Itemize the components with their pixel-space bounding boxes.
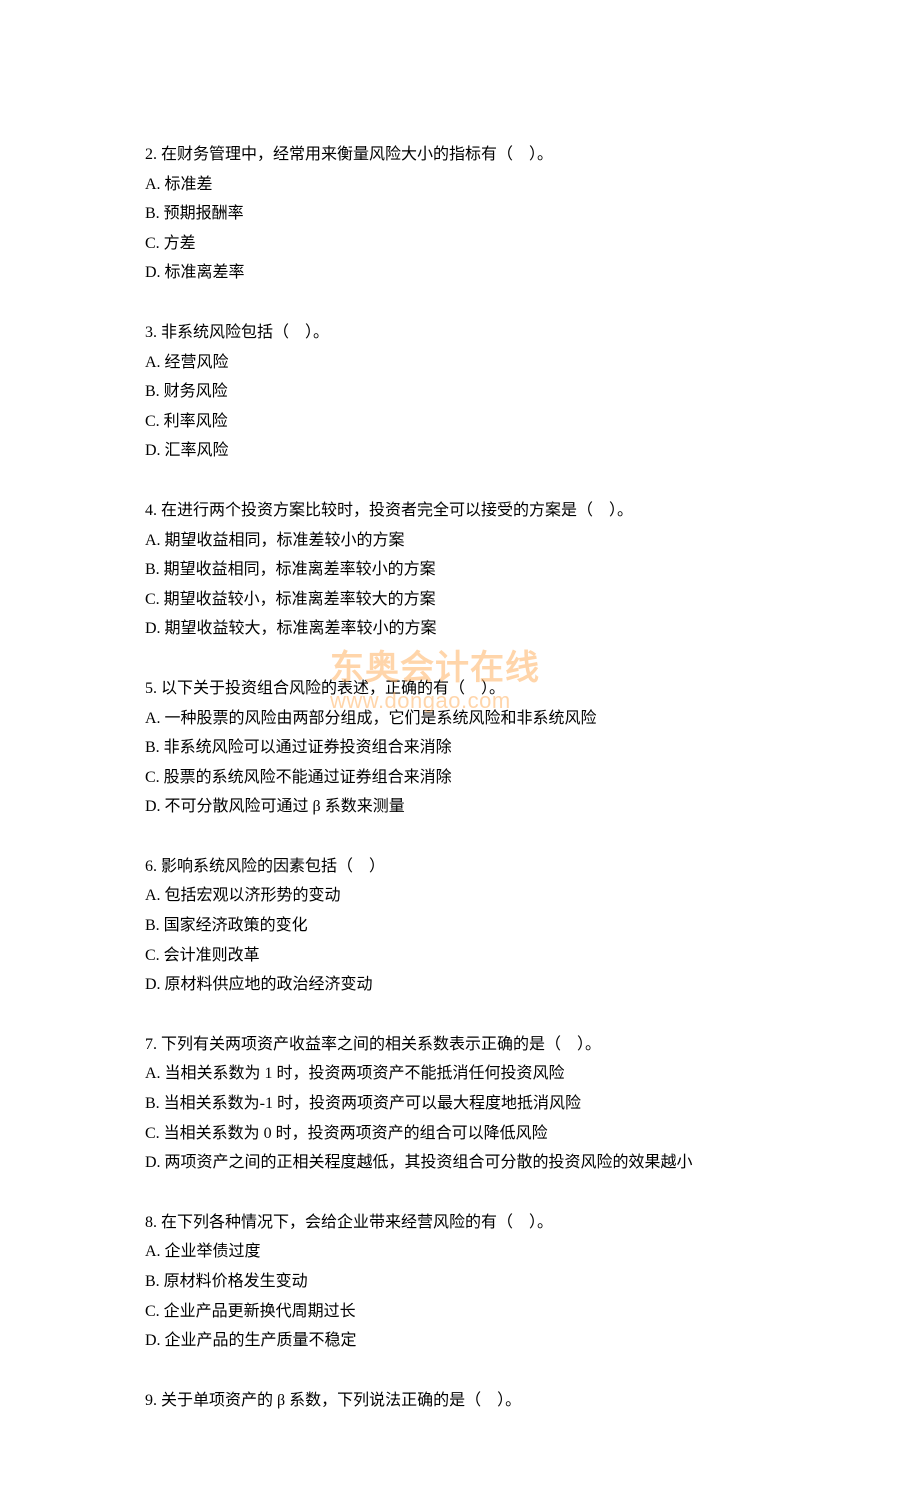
question-option: D. 不可分散风险可通过 β 系数来测量 <box>145 792 775 822</box>
question-option: B. 财务风险 <box>145 377 775 407</box>
question-option: A. 企业举债过度 <box>145 1237 775 1267</box>
question-option: B. 期望收益相同，标准离差率较小的方案 <box>145 555 775 585</box>
question-option: C. 企业产品更新换代周期过长 <box>145 1297 775 1327</box>
question-option: B. 当相关系数为-1 时，投资两项资产可以最大程度地抵消风险 <box>145 1089 775 1119</box>
question-stem: 3. 非系统风险包括（ ）。 <box>145 318 775 348</box>
question-option: D. 汇率风险 <box>145 436 775 466</box>
question-option: A. 经营风险 <box>145 348 775 378</box>
question-stem: 2. 在财务管理中，经常用来衡量风险大小的指标有（ ）。 <box>145 140 775 170</box>
question-option: C. 会计准则改革 <box>145 941 775 971</box>
question-option: A. 标准差 <box>145 170 775 200</box>
question-option: C. 方差 <box>145 229 775 259</box>
question-option: B. 预期报酬率 <box>145 199 775 229</box>
question-2: 2. 在财务管理中，经常用来衡量风险大小的指标有（ ）。 A. 标准差 B. 预… <box>145 140 775 288</box>
question-option: A. 期望收益相同，标准差较小的方案 <box>145 526 775 556</box>
question-option: D. 标准离差率 <box>145 258 775 288</box>
question-option: A. 当相关系数为 1 时，投资两项资产不能抵消任何投资风险 <box>145 1059 775 1089</box>
question-8: 8. 在下列各种情况下，会给企业带来经营风险的有（ ）。 A. 企业举债过度 B… <box>145 1208 775 1356</box>
document-page: 东奥会计在线 www.dongao.com 2. 在财务管理中，经常用来衡量风险… <box>0 0 920 1505</box>
question-option: A. 包括宏观以济形势的变动 <box>145 881 775 911</box>
question-option: B. 原材料价格发生变动 <box>145 1267 775 1297</box>
question-7: 7. 下列有关两项资产收益率之间的相关系数表示正确的是（ ）。 A. 当相关系数… <box>145 1030 775 1178</box>
question-3: 3. 非系统风险包括（ ）。 A. 经营风险 B. 财务风险 C. 利率风险 D… <box>145 318 775 466</box>
question-option: C. 期望收益较小，标准离差率较大的方案 <box>145 585 775 615</box>
question-option: A. 一种股票的风险由两部分组成，它们是系统风险和非系统风险 <box>145 704 775 734</box>
question-4: 4. 在进行两个投资方案比较时，投资者完全可以接受的方案是（ ）。 A. 期望收… <box>145 496 775 644</box>
question-stem: 4. 在进行两个投资方案比较时，投资者完全可以接受的方案是（ ）。 <box>145 496 775 526</box>
question-stem: 8. 在下列各种情况下，会给企业带来经营风险的有（ ）。 <box>145 1208 775 1238</box>
question-option: D. 企业产品的生产质量不稳定 <box>145 1326 775 1356</box>
question-option: D. 两项资产之间的正相关程度越低，其投资组合可分散的投资风险的效果越小 <box>145 1148 775 1178</box>
question-5: 5. 以下关于投资组合风险的表述，正确的有（ ）。 A. 一种股票的风险由两部分… <box>145 674 775 822</box>
question-option: D. 期望收益较大，标准离差率较小的方案 <box>145 614 775 644</box>
question-stem: 7. 下列有关两项资产收益率之间的相关系数表示正确的是（ ）。 <box>145 1030 775 1060</box>
question-9: 9. 关于单项资产的 β 系数，下列说法正确的是（ ）。 <box>145 1386 775 1416</box>
question-stem: 6. 影响系统风险的因素包括（ ） <box>145 852 775 882</box>
question-option: C. 利率风险 <box>145 407 775 437</box>
question-option: C. 当相关系数为 0 时，投资两项资产的组合可以降低风险 <box>145 1119 775 1149</box>
question-option: B. 国家经济政策的变化 <box>145 911 775 941</box>
question-option: D. 原材料供应地的政治经济变动 <box>145 970 775 1000</box>
question-6: 6. 影响系统风险的因素包括（ ） A. 包括宏观以济形势的变动 B. 国家经济… <box>145 852 775 1000</box>
question-option: B. 非系统风险可以通过证券投资组合来消除 <box>145 733 775 763</box>
question-stem: 9. 关于单项资产的 β 系数，下列说法正确的是（ ）。 <box>145 1386 775 1416</box>
question-stem: 5. 以下关于投资组合风险的表述，正确的有（ ）。 <box>145 674 775 704</box>
question-option: C. 股票的系统风险不能通过证券组合来消除 <box>145 763 775 793</box>
